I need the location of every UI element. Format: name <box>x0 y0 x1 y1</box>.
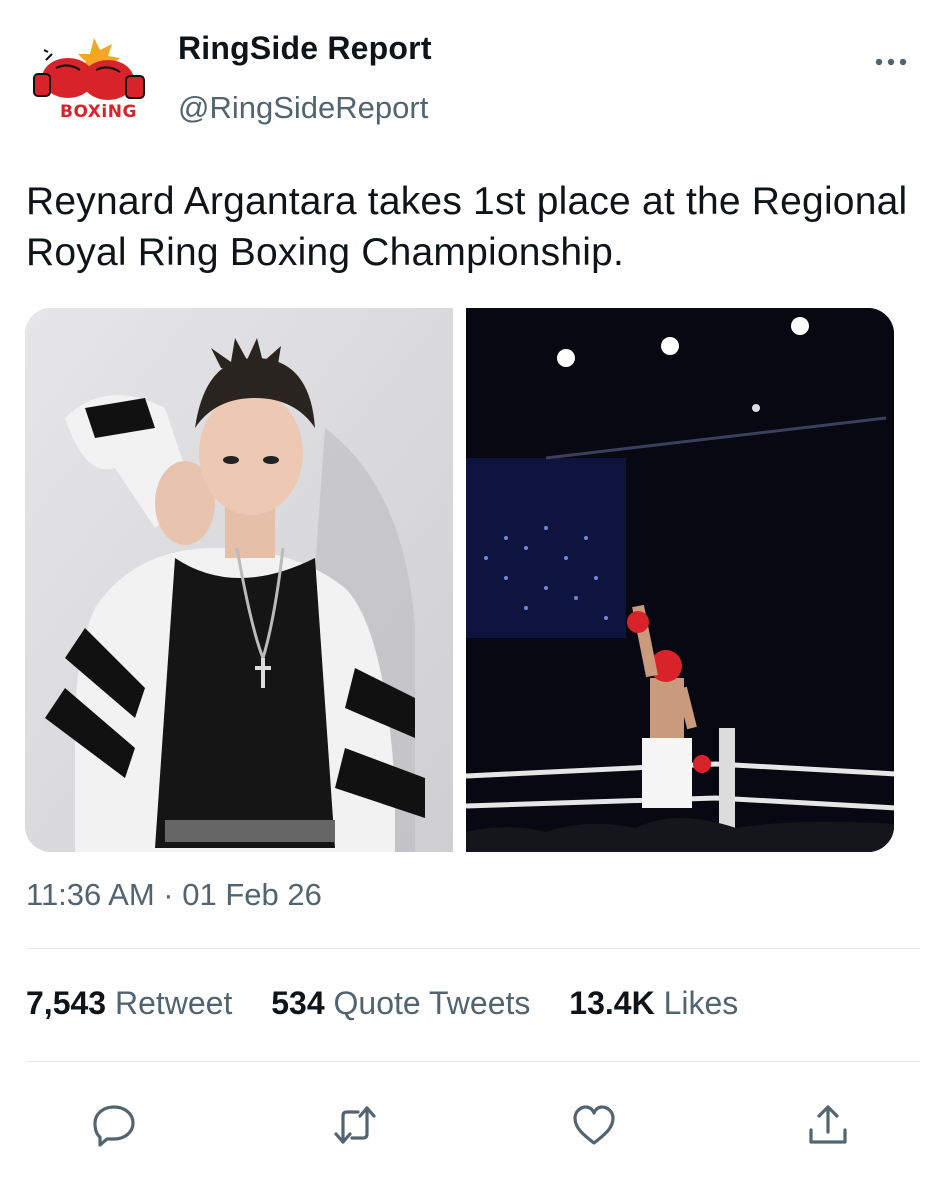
boxing-ring-photo[interactable] <box>466 308 894 852</box>
avatar[interactable]: BOXiNG <box>26 30 150 128</box>
retweet-button[interactable] <box>332 1102 378 1148</box>
tweet-timestamp[interactable]: 11:36 AM · 01 Feb 26 <box>26 877 322 913</box>
retweets-stat[interactable]: 7,543 Retweet <box>26 985 232 1021</box>
user-handle[interactable]: @RingSideReport <box>178 90 428 126</box>
heart-icon <box>573 1105 615 1145</box>
reply-icon <box>93 1105 135 1147</box>
boxing-ring-photo-icon <box>466 308 894 852</box>
quote-tweets-label: Quote Tweets <box>333 985 531 1021</box>
avatar-logo-text: BOXiNG <box>60 102 137 122</box>
retweets-label: Retweet <box>114 985 233 1021</box>
more-dots-icon <box>875 58 907 66</box>
likes-count: 13.4K <box>569 985 655 1021</box>
share-icon <box>809 1105 847 1144</box>
portrait-photo-icon <box>25 308 453 852</box>
media-grid <box>25 308 894 852</box>
tweet-text: Reynard Argantara takes 1st place at the… <box>26 180 908 274</box>
quote-tweets-count: 534 <box>271 985 325 1021</box>
retweets-count: 7,543 <box>26 985 107 1021</box>
divider <box>26 1061 920 1062</box>
tweet-stats: 7,543 Retweet 534 Quote Tweets 13.4K Lik… <box>26 985 768 1022</box>
divider <box>26 948 920 949</box>
display-name[interactable]: RingSide Report <box>178 30 432 67</box>
likes-label: Likes <box>663 985 739 1021</box>
reply-button[interactable] <box>91 1102 137 1148</box>
retweet-icon <box>334 1106 376 1144</box>
more-options-button[interactable] <box>874 52 908 72</box>
quote-tweets-stat[interactable]: 534 Quote Tweets <box>271 985 530 1021</box>
like-button[interactable] <box>571 1102 617 1148</box>
share-button[interactable] <box>805 1102 851 1148</box>
portrait-photo[interactable] <box>25 308 453 852</box>
likes-stat[interactable]: 13.4K Likes <box>569 985 738 1021</box>
